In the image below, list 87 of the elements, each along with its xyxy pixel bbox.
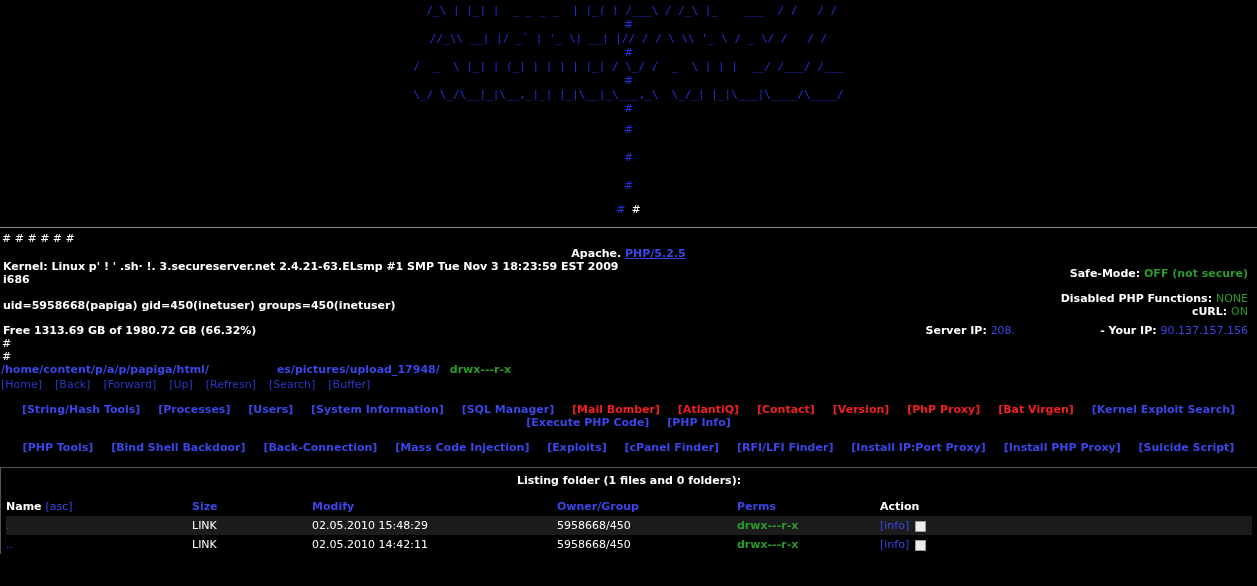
server-ip-value: 208. — [990, 324, 1016, 337]
ascii-art-line: /_\ | |_| | _ _ _ _ | |_( ) /___\ / /_\ |_ ___ / / / / — [425, 4, 838, 18]
user-info: uid=5958668(papiga) gid=450(inetuser) groups=450(inetuser) — [3, 298, 397, 312]
ascii-art-line: \_/ \_/\__|_|\__,_|_| |_|\__|_\___,_\ \_/_| |_|\___|\____/\____/ — [413, 88, 844, 102]
tool-link[interactable]: [Exploits] — [547, 441, 607, 454]
tool-link[interactable]: [PHP Info] — [667, 416, 731, 429]
your-ip-value: 90.137.157.156 — [1160, 324, 1248, 337]
column-header[interactable]: Modify — [312, 500, 355, 513]
tool-link[interactable]: [Contact] — [756, 403, 815, 416]
tool-link[interactable]: [Kernel Exploit Search] — [1091, 403, 1236, 416]
ascii-art-line: / _ \ |_| | (_| | | | | |_| / \_/ / _ \ | | | __/ /___/ /___ — [413, 60, 844, 74]
disabled-functions-label: Disabled PHP Functions: — [1060, 292, 1213, 305]
hash-mark: # — [631, 202, 641, 218]
tool-link[interactable]: [PhP Proxy] — [907, 403, 981, 416]
file-name-link[interactable]: .. — [6, 538, 13, 551]
curl-value: ON — [1231, 305, 1248, 318]
table-cell: 5958668/450 — [557, 538, 631, 551]
permissions-cell: drwx---r-x — [737, 538, 799, 551]
tool-link[interactable]: [Install IP:Port Proxy] — [851, 441, 986, 454]
tool-link[interactable]: [Mass Code Injection] — [395, 441, 530, 454]
tool-link[interactable]: [Bind Shell Backdoor] — [111, 441, 246, 454]
hash-mark: # — [2, 350, 12, 363]
hash-mark: # — [623, 150, 634, 166]
info-link[interactable]: [info] — [880, 538, 910, 551]
tool-link[interactable]: [Bat Virgen] — [998, 403, 1074, 416]
server-ip-label: Server IP: — [925, 324, 987, 337]
hash-mark: # — [623, 102, 634, 116]
path-link[interactable]: es/pictures/upload_17948/ — [276, 363, 440, 376]
row-checkbox[interactable] — [915, 520, 927, 532]
disk-space-info: Free 1313.69 GB of 1980.72 GB (66.32%) — [3, 324, 258, 337]
table-cell: 5958668/450 — [557, 519, 631, 532]
info-link[interactable]: [info] — [880, 519, 910, 532]
table-cell: 02.05.2010 15:48:29 — [312, 519, 428, 532]
column-header: Action — [880, 500, 920, 513]
tool-link[interactable]: [RFI/LFI Finder] — [736, 441, 834, 454]
your-ip-label: - Your IP: — [1100, 324, 1157, 337]
nav-link[interactable]: [Refresn] — [205, 378, 256, 391]
hash-mark: # — [623, 178, 634, 194]
file-name-link[interactable]: . — [6, 519, 10, 532]
column-header[interactable]: Perms — [737, 500, 776, 513]
hash-mark: # — [616, 202, 626, 218]
kernel-info: Kernel: Linux p' ! ' .sh· !. 3.secureserver.net 2.4.21-63.ELsmp #1 SMP Tue Nov 3 18:23:59 EST 2009 i686 — [3, 260, 620, 286]
tool-link[interactable]: [Back-Connection] — [263, 441, 378, 454]
nav-link[interactable]: [Buffer] — [328, 378, 371, 391]
hash-mark: # — [623, 122, 634, 138]
tool-link[interactable]: [SQL Manager] — [461, 403, 555, 416]
hash-mark: # — [623, 18, 634, 32]
tool-link[interactable]: [System Information] — [311, 403, 444, 416]
php-version-link[interactable]: PHP/5.2.5 — [625, 247, 686, 260]
column-header[interactable]: Owner/Group — [557, 500, 639, 513]
table-cell: LINK — [192, 538, 217, 551]
tool-link[interactable]: [Mail Bomber] — [572, 403, 660, 416]
tool-link[interactable]: [AtlantiQ] — [677, 403, 740, 416]
disabled-functions-value: NONE — [1215, 292, 1248, 305]
sort-link[interactable]: [asc] — [45, 500, 73, 513]
tool-link[interactable]: [Users] — [248, 403, 294, 416]
permissions-cell: drwx---r-x — [737, 519, 799, 532]
listing-title: Listing folder (1 files and 0 folders): — [515, 473, 743, 489]
nav-link[interactable]: [Search] — [268, 378, 316, 391]
table-cell: LINK — [192, 519, 217, 532]
tool-link[interactable]: [cPanel Finder] — [624, 441, 720, 454]
ascii-art-line: //_\\ __| |/ _` | '_ \| __| |// / / \ \\ '_ \ / _ \/ / / / — [429, 32, 828, 46]
column-header: Name — [6, 500, 42, 513]
hash-mark: # — [623, 46, 634, 60]
nav-link[interactable]: [Forward] — [103, 378, 157, 391]
row-checkbox[interactable] — [915, 539, 927, 551]
tool-link[interactable]: [Suicide Script] — [1138, 441, 1235, 454]
curl-label: cURL: — [1191, 305, 1228, 318]
safe-mode-label: Safe-Mode: — [1069, 266, 1141, 280]
tool-link[interactable]: [Execute PHP Code] — [526, 416, 650, 429]
tool-link[interactable]: [String/Hash Tools] — [21, 403, 141, 416]
column-header[interactable]: Size — [192, 500, 218, 513]
safe-mode-value: OFF (not secure) — [1144, 266, 1248, 280]
tool-link[interactable]: [Processes] — [158, 403, 231, 416]
path-link[interactable]: /home/content/p/a/p/papiga/html/ — [1, 363, 209, 376]
nav-link[interactable]: [Home] — [1, 378, 43, 391]
hash-mark: # — [2, 337, 12, 350]
tool-link[interactable]: [Install PHP Proxy] — [1003, 441, 1121, 454]
nav-link[interactable]: [Up] — [169, 378, 193, 391]
tool-link[interactable]: [Version] — [832, 403, 890, 416]
table-cell: 02.05.2010 14:42:11 — [312, 538, 428, 551]
server-label: Apache. — [571, 247, 622, 260]
hash-row-text: # # # # # # — [1, 231, 76, 245]
hash-mark: # — [623, 74, 634, 88]
nav-link[interactable]: [Back] — [55, 378, 91, 391]
tool-link[interactable]: [PHP Tools] — [22, 441, 94, 454]
folder-permissions: drwx---r-x — [449, 363, 512, 376]
